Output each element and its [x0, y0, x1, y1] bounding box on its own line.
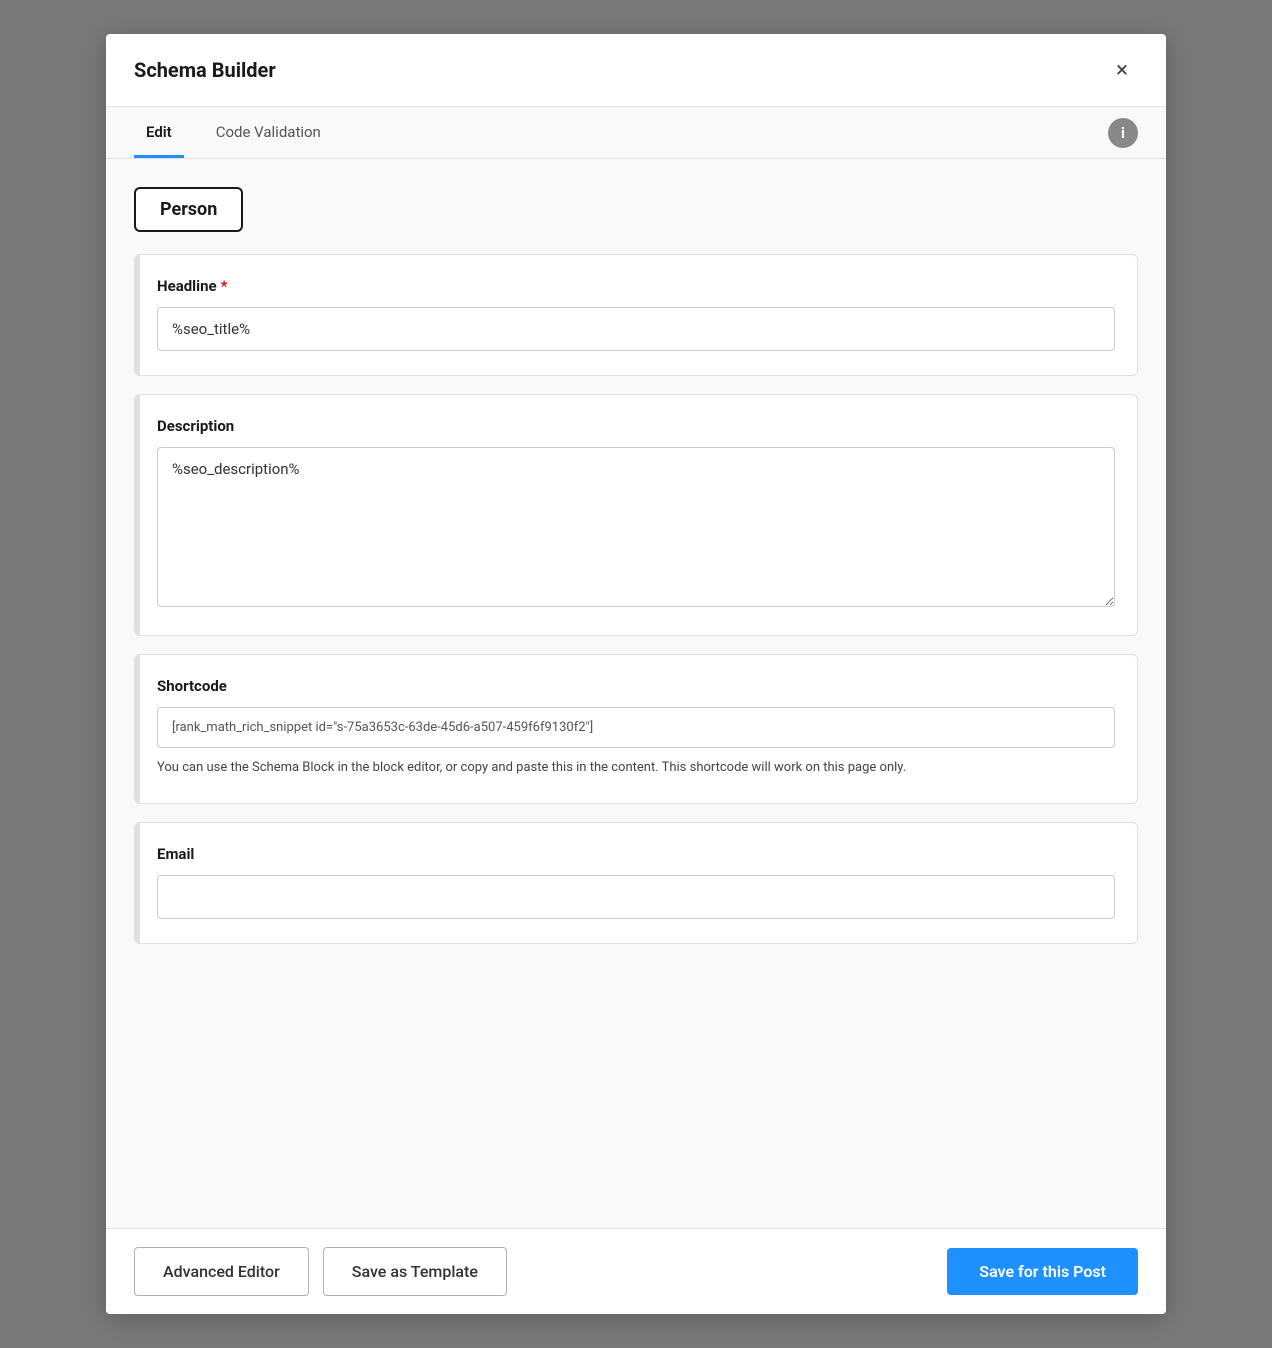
modal-body: Person Headline * Description %seo_descr…: [106, 159, 1166, 1228]
modal-footer: Advanced Editor Save as Template Save fo…: [106, 1228, 1166, 1314]
modal-overlay: Schema Builder × Edit Code Validation i …: [0, 0, 1272, 1348]
description-section: Description %seo_description%: [134, 394, 1138, 636]
description-textarea[interactable]: %seo_description%: [157, 447, 1115, 607]
tab-code-validation[interactable]: Code Validation: [204, 107, 333, 158]
person-badge: Person: [134, 187, 243, 232]
section-bar: [135, 255, 140, 375]
headline-label: Headline *: [157, 277, 1115, 295]
email-section: Email: [134, 822, 1138, 944]
headline-section: Headline *: [134, 254, 1138, 376]
advanced-editor-button[interactable]: Advanced Editor: [134, 1247, 309, 1296]
footer-left-buttons: Advanced Editor Save as Template: [134, 1247, 507, 1296]
tabs-bar: Edit Code Validation i: [106, 107, 1166, 159]
close-button[interactable]: ×: [1106, 54, 1138, 86]
required-star: *: [221, 277, 228, 295]
tab-edit[interactable]: Edit: [134, 107, 184, 158]
section-bar-email: [135, 823, 140, 943]
section-bar-desc: [135, 395, 140, 635]
shortcode-input[interactable]: [157, 707, 1115, 748]
modal-header: Schema Builder ×: [106, 34, 1166, 107]
description-label: Description: [157, 417, 1115, 435]
info-icon[interactable]: i: [1108, 118, 1138, 148]
info-icon-wrapper: i: [1108, 118, 1138, 158]
email-input[interactable]: [157, 875, 1115, 919]
close-icon: ×: [1116, 58, 1128, 83]
schema-builder-modal: Schema Builder × Edit Code Validation i …: [106, 34, 1166, 1314]
shortcode-label: Shortcode: [157, 677, 1115, 695]
section-bar-shortcode: [135, 655, 140, 803]
shortcode-section: Shortcode You can use the Schema Block i…: [134, 654, 1138, 804]
save-as-template-button[interactable]: Save as Template: [323, 1247, 507, 1296]
modal-title: Schema Builder: [134, 58, 276, 82]
save-for-post-button[interactable]: Save for this Post: [947, 1248, 1138, 1295]
headline-input[interactable]: [157, 307, 1115, 351]
shortcode-hint: You can use the Schema Block in the bloc…: [157, 758, 1115, 779]
email-label: Email: [157, 845, 1115, 863]
